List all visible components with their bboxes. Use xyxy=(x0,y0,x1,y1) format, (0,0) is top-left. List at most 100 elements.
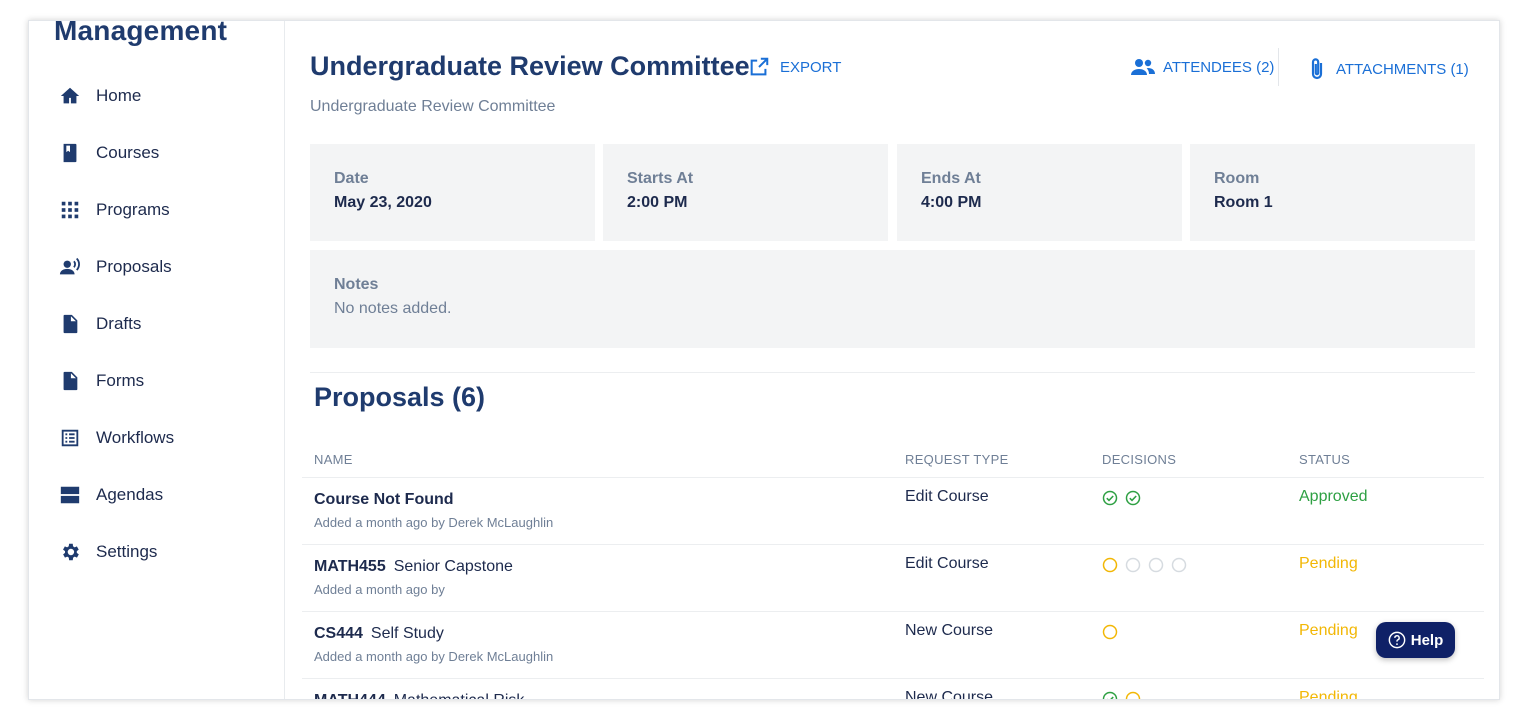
empty-circle-icon xyxy=(1125,557,1141,573)
decisions xyxy=(1102,624,1125,640)
pending-circle-icon xyxy=(1125,691,1141,699)
column-header-decisions[interactable]: DECISIONS xyxy=(1102,452,1176,467)
attendees-button[interactable]: ATTENDEES (2) xyxy=(1131,57,1274,77)
sidebar-item-settings[interactable]: Settings xyxy=(29,523,284,580)
column-header-name[interactable]: NAME xyxy=(314,452,353,467)
status-label: Pending xyxy=(1299,689,1358,700)
sidebar-item-label: Settings xyxy=(96,541,158,561)
paperclip-icon xyxy=(1311,58,1323,80)
proposal-title[interactable]: MATH455 Senior Capstone xyxy=(314,558,513,576)
sidebar-item-label: Proposals xyxy=(96,256,172,276)
ends-at-card: Ends At 4:00 PM xyxy=(897,144,1182,241)
proposal-meta: Added a month ago by xyxy=(314,582,445,597)
decisions xyxy=(1102,557,1194,573)
proposal-name-cell: MATH444 Mathematical Risk xyxy=(314,692,525,699)
pending-circle-icon xyxy=(1102,624,1118,640)
sidebar-item-courses[interactable]: Courses xyxy=(29,124,284,181)
proposal-name-cell: Course Not Found Added a month ago by Der… xyxy=(314,491,553,530)
empty-circle-icon xyxy=(1171,557,1187,573)
proposal-code: CS444 xyxy=(314,625,363,642)
table-row[interactable]: Course Not Found Added a month ago by Der… xyxy=(302,478,1484,545)
proposal-title[interactable]: Course Not Found xyxy=(314,491,553,509)
pending-circle-icon xyxy=(1102,557,1118,573)
proposal-name: Course Not Found xyxy=(314,491,454,508)
help-button[interactable]: Help xyxy=(1376,622,1455,658)
attachments-button[interactable]: ATTACHMENTS (1) xyxy=(1308,57,1469,81)
grid-icon xyxy=(59,199,81,221)
proposal-meta: Added a month ago by Derek McLaughlin xyxy=(314,515,554,530)
main-content: Undergraduate Review Committee EXPORT AT… xyxy=(286,21,1499,699)
document-icon xyxy=(59,370,81,392)
speaker-person-icon xyxy=(59,256,81,278)
export-label: EXPORT xyxy=(780,58,842,76)
date-value: May 23, 2020 xyxy=(334,194,432,211)
sidebar-item-label: Home xyxy=(96,85,142,105)
request-type: Edit Course xyxy=(905,555,989,572)
status-label: Pending xyxy=(1299,622,1358,639)
check-circle-icon xyxy=(1125,490,1141,506)
request-type: New Course xyxy=(905,689,994,700)
ends-at-label: Ends At xyxy=(921,170,981,187)
header-divider xyxy=(1278,48,1279,86)
gear-icon xyxy=(59,541,81,563)
notes-card: Notes No notes added. xyxy=(310,250,1475,348)
sidebar-item-home[interactable]: Home xyxy=(29,67,284,124)
notes-label: Notes xyxy=(334,276,379,293)
column-header-status[interactable]: STATUS xyxy=(1299,452,1350,467)
help-label: Help xyxy=(1410,631,1444,649)
document-icon xyxy=(59,313,81,335)
sidebar-item-label: Courses xyxy=(96,142,160,162)
external-link-icon xyxy=(750,57,769,76)
attendees-label: ATTENDEES (2) xyxy=(1163,58,1275,76)
table-row[interactable]: MATH455 Senior Capstone Added a month ago … xyxy=(302,545,1484,612)
room-card: Room Room 1 xyxy=(1190,144,1475,241)
proposals-table: NAME REQUEST TYPE DECISIONS STATUS Cours… xyxy=(302,446,1484,700)
starts-at-value: 2:00 PM xyxy=(627,194,688,211)
proposal-meta: Added a month ago by Derek McLaughlin xyxy=(314,649,554,664)
export-button[interactable]: EXPORT xyxy=(748,56,841,78)
decisions xyxy=(1102,490,1148,506)
proposal-name: Senior Capstone xyxy=(393,558,513,575)
sidebar-item-label: Drafts xyxy=(96,313,142,333)
app-window: Management Home Courses Programs Proposa… xyxy=(28,20,1500,700)
starts-at-label: Starts At xyxy=(627,170,694,187)
section-divider xyxy=(310,372,1475,373)
sidebar-item-label: Workflows xyxy=(96,427,175,447)
sidebar-item-programs[interactable]: Programs xyxy=(29,181,284,238)
attachments-label: ATTACHMENTS (1) xyxy=(1336,60,1469,78)
list-icon xyxy=(59,427,81,449)
sidebar-item-agendas[interactable]: Agendas xyxy=(29,466,284,523)
sidebar-item-forms[interactable]: Forms xyxy=(29,352,284,409)
proposal-name: Self Study xyxy=(370,625,444,642)
date-label: Date xyxy=(334,170,369,187)
room-label: Room xyxy=(1214,170,1260,187)
sidebar-item-label: Programs xyxy=(96,199,170,219)
proposal-code: MATH444 xyxy=(314,692,386,699)
notes-value: No notes added. xyxy=(334,300,452,317)
agenda-icon xyxy=(59,484,81,506)
starts-at-card: Starts At 2:00 PM xyxy=(603,144,888,241)
sidebar-nav: Home Courses Programs Proposals Drafts F… xyxy=(29,67,284,580)
proposal-code: MATH455 xyxy=(314,558,386,575)
column-header-request-type[interactable]: REQUEST TYPE xyxy=(905,452,1009,467)
date-card: Date May 23, 2020 xyxy=(310,144,595,241)
brand-title: Management xyxy=(54,20,228,46)
proposal-title[interactable]: CS444 Self Study xyxy=(314,625,553,643)
table-body: Course Not Found Added a month ago by Der… xyxy=(302,478,1484,700)
proposal-title[interactable]: MATH444 Mathematical Risk xyxy=(314,692,525,699)
status-label: Approved xyxy=(1299,488,1368,505)
book-icon xyxy=(59,142,81,164)
question-circle-icon xyxy=(1388,631,1406,649)
people-icon xyxy=(1131,59,1155,75)
check-circle-icon xyxy=(1102,691,1118,699)
sidebar-item-drafts[interactable]: Drafts xyxy=(29,295,284,352)
table-row[interactable]: MATH444 Mathematical Risk New Course Pendin… xyxy=(302,679,1484,700)
sidebar-item-proposals[interactable]: Proposals xyxy=(29,238,284,295)
room-value: Room 1 xyxy=(1214,194,1273,211)
proposal-name: Mathematical Risk xyxy=(394,692,525,699)
sidebar-item-label: Forms xyxy=(96,370,145,390)
proposal-name-cell: MATH455 Senior Capstone Added a month ago … xyxy=(314,558,513,597)
sidebar-item-workflows[interactable]: Workflows xyxy=(29,409,284,466)
empty-circle-icon xyxy=(1148,557,1164,573)
table-row[interactable]: CS444 Self Study Added a month ago by Dere… xyxy=(302,612,1484,679)
